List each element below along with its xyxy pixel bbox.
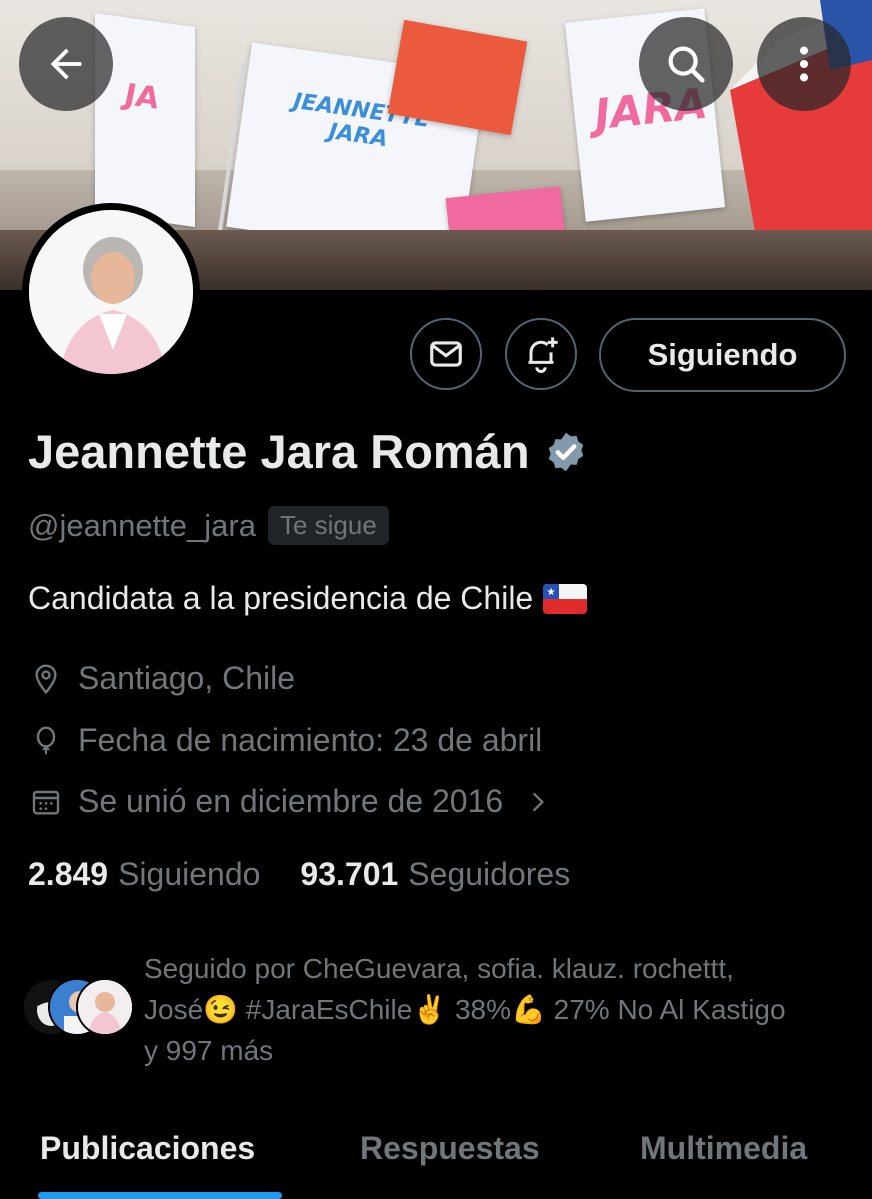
chevron-right-icon: [533, 791, 545, 812]
profile-avatar[interactable]: [22, 203, 200, 381]
following-count: 2.849: [28, 856, 109, 892]
following-button[interactable]: Siguiendo: [599, 318, 846, 392]
tab-respuestas[interactable]: Respuestas: [360, 1130, 540, 1167]
more-vertical-icon: [799, 46, 809, 82]
followers-stat[interactable]: 93.701 Seguidores: [300, 856, 570, 893]
followed-by-line-3: y 997 más: [144, 1035, 274, 1066]
profile-name: Jeannette Jara Román: [28, 425, 530, 478]
bell-plus-icon: [528, 337, 558, 373]
back-button[interactable]: [19, 17, 113, 111]
follower-avatar-3: [76, 978, 134, 1036]
tab-multimedia[interactable]: Multimedia: [640, 1130, 807, 1167]
followed-by-line-1: Seguido por CheGuevara, sofia. klauz. ro…: [144, 953, 734, 984]
search-button[interactable]: [639, 17, 733, 111]
location-row: Santiago, Chile: [30, 660, 295, 697]
profile-tabs: Publicaciones Respuestas Multimedia: [0, 1122, 872, 1199]
profile-bio: Candidata a la presidencia de Chile: [28, 580, 588, 617]
followed-by-text: Seguido por CheGuevara, sofia. klauz. ro…: [144, 948, 864, 1071]
bio-text: Candidata a la presidencia de Chile: [28, 580, 534, 616]
profile-name-row: Jeannette Jara Román: [28, 424, 588, 479]
follows-you-badge: Te sigue: [267, 506, 389, 545]
active-tab-indicator: [38, 1192, 282, 1199]
balloon-icon: [36, 725, 56, 754]
chile-flag-icon: [543, 583, 588, 614]
birthday-row: Fecha de nacimiento: 23 de abril: [30, 722, 542, 759]
calendar-icon: [32, 790, 60, 815]
mail-icon: [430, 341, 462, 367]
arrow-left-icon: [50, 48, 82, 80]
followers-count: 93.701: [300, 856, 399, 892]
follow-stats: 2.849 Siguiendo 93.701 Seguidores: [28, 856, 570, 893]
location-text: Santiago, Chile: [78, 660, 296, 696]
birthday-text: Fecha de nacimiento: 23 de abril: [78, 722, 543, 758]
location-pin-icon: [35, 663, 57, 694]
followers-label: Seguidores: [408, 856, 571, 892]
profile-handle: @jeannette_jara: [28, 507, 256, 543]
more-button[interactable]: [757, 17, 851, 111]
verified-badge-icon: [548, 432, 583, 471]
avatar-photo: [29, 210, 193, 374]
followed-by-line-2: José😉 #JaraEsChile✌️ 38%💪 27% No Al Kast…: [144, 994, 786, 1025]
following-stat[interactable]: 2.849 Siguiendo: [28, 856, 260, 893]
message-button[interactable]: [410, 318, 482, 390]
notifications-button[interactable]: [505, 318, 577, 390]
search-icon: [668, 46, 705, 83]
joined-text: Se unió en diciembre de 2016: [78, 783, 504, 819]
joined-row[interactable]: Se unió en diciembre de 2016: [30, 783, 567, 820]
tab-publicaciones[interactable]: Publicaciones: [40, 1130, 255, 1167]
banner-flag-left: JA: [95, 12, 195, 228]
handle-row: @jeannette_jara Te sigue: [28, 506, 389, 545]
followed-by-avatars: [22, 978, 134, 1036]
following-label: Siguiendo: [118, 856, 261, 892]
